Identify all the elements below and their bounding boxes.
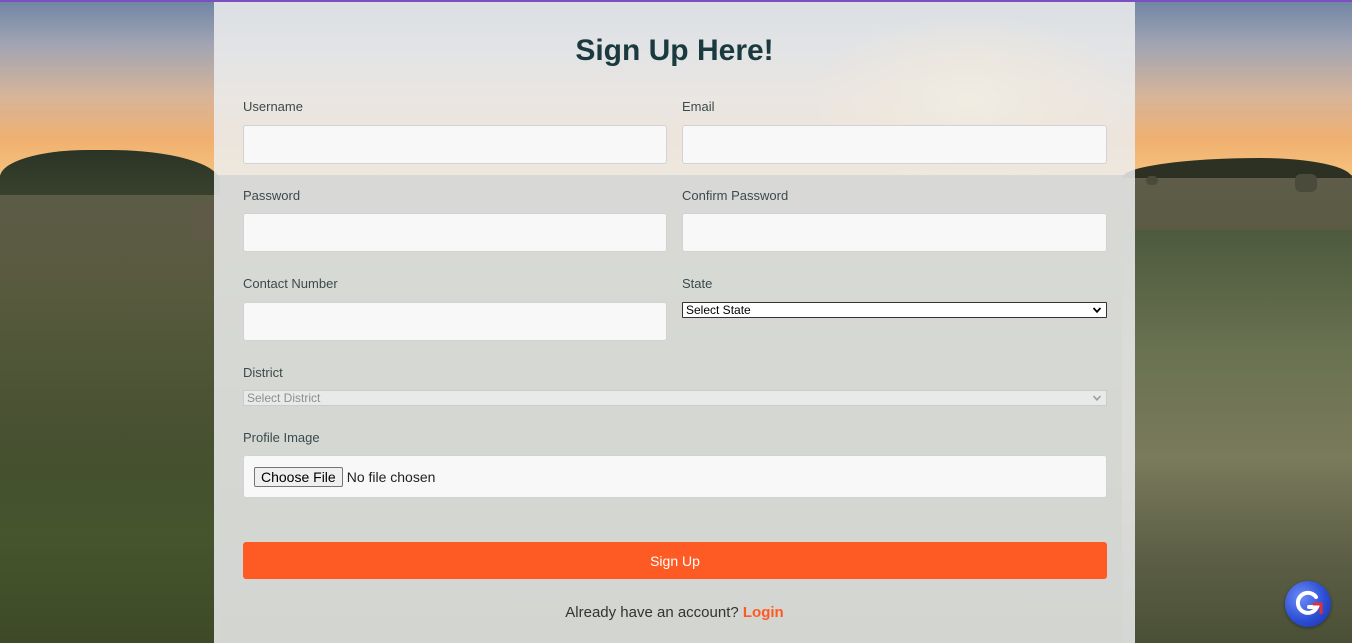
state-select[interactable]: Select State [682,302,1107,318]
chevron-down-icon [1092,395,1102,401]
signup-panel: Sign Up Here! Username Email Password Co… [214,0,1135,643]
login-prompt-text: Already have an account? [565,604,739,621]
state-select-value: Select State [686,303,751,317]
sign-up-button[interactable]: Sign Up [243,542,1107,579]
email-label: Email [682,99,715,114]
confirm-password-field[interactable] [682,213,1107,252]
page-title: Sign Up Here! [575,34,774,67]
g-logo-glyph-icon [1295,590,1323,615]
state-label: State [682,276,713,291]
chevron-down-icon [1092,307,1102,314]
profile-image-label: Profile Image [243,430,320,445]
district-select-value: Select District [247,391,321,405]
district-select[interactable]: Select District [243,390,1107,406]
profile-image-input: Choose File No file chosen [243,455,1107,498]
confirm-password-label: Confirm Password [682,188,789,203]
choose-file-button[interactable]: Choose File [254,466,343,487]
top-accent-line [0,0,1352,2]
contact-number-label: Contact Number [243,276,338,291]
username-field[interactable] [243,125,667,164]
password-field[interactable] [243,213,667,252]
file-status: No file chosen [346,468,436,485]
contact-number-field[interactable] [243,302,667,341]
login-prompt: Already have an account? Login [214,604,1135,621]
sign-up-button-label: Sign Up [650,552,700,569]
login-link[interactable]: Login [743,604,784,621]
district-label: District [243,365,283,380]
password-label: Password [243,188,301,203]
email-field[interactable] [682,125,1107,164]
username-label: Username [243,99,303,114]
g-logo-icon[interactable] [1285,581,1331,627]
